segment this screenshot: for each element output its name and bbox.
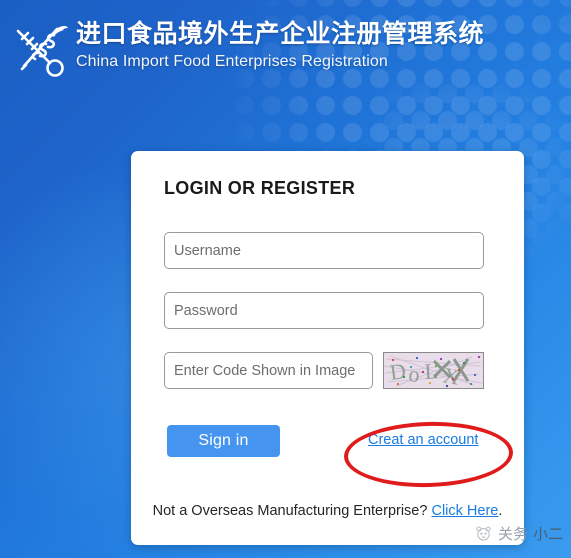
site-title-en: China Import Food Enterprises Registrati… [76,53,388,70]
click-here-link[interactable]: Click Here [431,503,498,519]
site-logo [8,22,72,84]
username-input[interactable] [164,232,484,269]
login-card-heading: LOGIN OR REGISTER [164,178,356,198]
password-input[interactable] [164,292,484,329]
site-title-cn: 进口食品境外生产企业注册管理系统 [76,20,485,48]
footer-prompt-text: Not a Overseas Manufacturing Enterprise? [152,503,432,519]
captcha-image[interactable]: D o L X [383,352,484,389]
create-account-link[interactable]: Creat an account [368,432,478,448]
site-title-block: 进口食品境外生产企业注册管理系统 China Import Food Enter… [76,22,484,70]
sign-in-button[interactable]: Sign in [167,425,280,457]
login-card: LOGIN OR REGISTER D o L X [131,151,524,545]
site-header: 进口食品境外生产企业注册管理系统 China Import Food Enter… [0,0,571,92]
login-page: 进口食品境外生产企业注册管理系统 China Import Food Enter… [0,0,571,558]
key-and-caduceus-customs-emblem-icon [10,22,70,85]
footer-prompt: Not a Overseas Manufacturing Enterprise?… [131,503,524,519]
footer-prompt-suffix: . [498,503,503,519]
captcha-input[interactable] [164,352,373,389]
red-ellipse-annotation [343,419,514,490]
